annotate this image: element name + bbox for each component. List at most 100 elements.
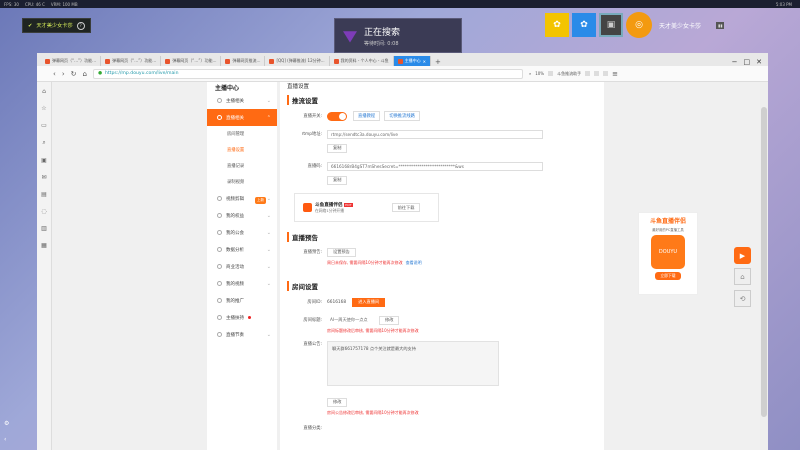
streamer-tag[interactable]: ✔ 天才美少女卡莎 ? (22, 18, 91, 33)
search-icon[interactable]: ⌕ (42, 139, 45, 147)
new-tab-icon[interactable]: + (431, 58, 445, 66)
tab[interactable]: [QQ] (弹幕推流) 12分钟… (265, 56, 330, 66)
bag-icon[interactable]: ▣ (41, 157, 47, 164)
tab[interactable]: 弹幕网页（“…”）功能… (41, 56, 102, 66)
url-field[interactable]: ● https://mp.douyu.com/live/main (92, 68, 523, 79)
group-icon[interactable]: ✿ (545, 13, 569, 37)
chevron-down-icon: ⌄ (266, 212, 271, 219)
companion-ad[interactable]: 斗鱼直播伴侣 最好用的PC直播工具 DOUYU 立即下载 (638, 212, 698, 295)
menu-icon[interactable]: ≡ (612, 70, 618, 78)
sidebar-item-support[interactable]: 主播扶持 (207, 309, 277, 326)
tutorial-link[interactable]: 直播教程 (353, 111, 381, 121)
scrollbar[interactable] (760, 82, 768, 450)
edit-name-button[interactable]: 修改 (379, 315, 400, 325)
sidebar-item-label: 我的公会 (226, 230, 244, 236)
sidebar-item-anchor[interactable]: 主播相关 ⌄ (207, 92, 277, 109)
sidebar-item-live[interactable]: 直播相关 ⌃ (207, 109, 277, 126)
help-icon[interactable]: ? (76, 21, 85, 30)
search-icon[interactable]: ⌕ (529, 71, 531, 76)
sidebar-item-label: 视频剪辑 (226, 196, 244, 202)
scrollbar-thumb[interactable] (761, 107, 767, 417)
back-icon[interactable]: ‹ (53, 70, 56, 78)
profile-frame-icon[interactable]: ▣ (599, 13, 623, 37)
forward-icon[interactable]: › (62, 70, 65, 78)
url-text: https://mp.douyu.com/live/main (104, 71, 179, 76)
home-icon[interactable]: ⌂ (83, 70, 87, 78)
tab[interactable]: 弹幕网页推流… (221, 56, 266, 66)
tab-active[interactable]: 主播中心 ✕ (393, 56, 431, 66)
notice-textarea[interactable]: 聊天群661757178 点个关注就是最大的支持 (327, 341, 499, 386)
enter-room-button[interactable]: 进入直播间 (352, 297, 386, 307)
chevron-down-icon: ⌄ (266, 97, 271, 104)
shield-icon (217, 213, 222, 218)
live-toggle[interactable] (327, 111, 347, 121)
switch-line-link[interactable]: 切换推流线路 (384, 111, 420, 121)
sidebar-subitem-current[interactable]: 直播设置 (207, 142, 277, 158)
book-icon[interactable]: ▭ (41, 122, 47, 129)
sidebar-item-business[interactable]: 商业活动 ⌄ (207, 258, 277, 275)
extension-icon[interactable] (548, 71, 554, 76)
sidebar-item-schedule[interactable]: 直播节奏 ⌄ (207, 326, 277, 343)
friends-icon[interactable]: ✿ (572, 13, 596, 37)
tab-favicon-icon (269, 58, 275, 64)
email-icon[interactable]: ✉ (41, 174, 46, 181)
sidebar-subitem[interactable]: 录制视频 (207, 174, 277, 190)
monitor-icon[interactable]: ▥ (41, 225, 47, 232)
minimize-icon[interactable]: − (732, 58, 738, 66)
chevron-down-icon: ⌄ (266, 263, 271, 270)
extension-icon[interactable] (585, 71, 591, 76)
maximize-icon[interactable]: □ (744, 58, 751, 66)
preview-help-link[interactable]: 查看说明 (406, 260, 422, 266)
close-icon[interactable]: ✕ (423, 59, 426, 64)
chat-icon[interactable]: ◌ (41, 208, 46, 215)
star-icon[interactable]: ☆ (41, 105, 46, 112)
edit-notice-button[interactable]: 修改 (327, 397, 348, 407)
play-icon[interactable]: ▶ (734, 247, 751, 264)
chevron-down-icon: ⌄ (266, 195, 271, 202)
extension-icon[interactable] (594, 71, 600, 76)
overwatch-icon[interactable]: ◎ (626, 12, 652, 38)
rtmp-field[interactable]: rtmp://sendtc3a.douyu.com/live (327, 129, 543, 139)
sidebar-item-guild[interactable]: 我的公会 ⌄ (207, 224, 277, 241)
sidebar-item-label: 我的视频 (226, 281, 244, 287)
page-title: 直播设置 (287, 84, 310, 90)
home-icon[interactable]: ⌂ (734, 268, 751, 285)
sidebar-item-videos[interactable]: 我的视频 ⌄ (207, 275, 277, 292)
copy-rtmp-button[interactable]: 复制 (327, 143, 348, 153)
sidebar-item-video-edit[interactable]: 视频剪辑 ⌄ (207, 190, 277, 207)
sidebar-item-data[interactable]: 数据分析 ⌄ (207, 241, 277, 258)
refresh-icon[interactable]: ↻ (71, 70, 77, 78)
tab[interactable]: 我的资料 - 个人中心 - 斗鱼 (330, 56, 394, 66)
sidebar-subitem[interactable]: 直播记录 (207, 158, 277, 174)
room-name-value: AI一周天使你一点点 (327, 315, 379, 325)
tab[interactable]: 弹幕网页（“…”）功能… (101, 56, 162, 66)
sidebar-item-label: 直播相关 (226, 115, 244, 121)
vram-readout: VRM: 100 MB (50, 1, 78, 7)
notice-warn-row: 房间公告修改后审核, 需要间隔10分钟才能再次修改 (287, 409, 604, 417)
settings-icon[interactable]: ⚙ (4, 420, 9, 427)
extension-icon[interactable] (603, 71, 609, 76)
room-id-row: 房间ID: 6616168 进入直播间 (287, 295, 604, 309)
extension-label: 斗鱼推流助手 (557, 70, 582, 76)
tab-label: 弹幕网页（“…”）功能… (112, 58, 157, 63)
sidebar-item-promotion[interactable]: 我的推广 (207, 292, 277, 309)
push-switch-row: 直播开关: 直播教程 切换推流线路 (287, 109, 604, 123)
home-icon[interactable]: ⌂ (42, 88, 46, 95)
tab-label: 我的资料 - 个人中心 - 斗鱼 (340, 58, 389, 63)
sidebar-subitem[interactable]: 房间管理 (207, 126, 277, 142)
user-name: 天才美少女卡莎 (659, 22, 702, 30)
ad-download-button[interactable]: 立即下载 (655, 272, 681, 280)
share-icon[interactable]: ⟲ (734, 290, 751, 307)
set-preview-button[interactable]: 设置预告 (327, 247, 356, 257)
game-icon[interactable]: ▤ (41, 191, 47, 198)
download-button[interactable]: 前往下载 (391, 203, 421, 212)
close-window-icon[interactable]: ✕ (756, 58, 762, 66)
doc-icon[interactable]: ▦ (41, 242, 47, 249)
copy-code-button[interactable]: 复制 (327, 175, 348, 185)
sidebar-item-rights[interactable]: 我的权益 ⌄ (207, 207, 277, 224)
stream-code-field[interactable]: 6616168rB4gST7mShesSecret=**************… (327, 161, 543, 171)
collapse-icon[interactable]: ‹ (4, 436, 6, 443)
code-row: 直播码: 6616168rB4gST7mShesSecret=*********… (287, 159, 604, 173)
tab-favicon-icon (333, 58, 339, 64)
tab[interactable]: 弹幕网页（“…”）功能… (161, 56, 222, 66)
